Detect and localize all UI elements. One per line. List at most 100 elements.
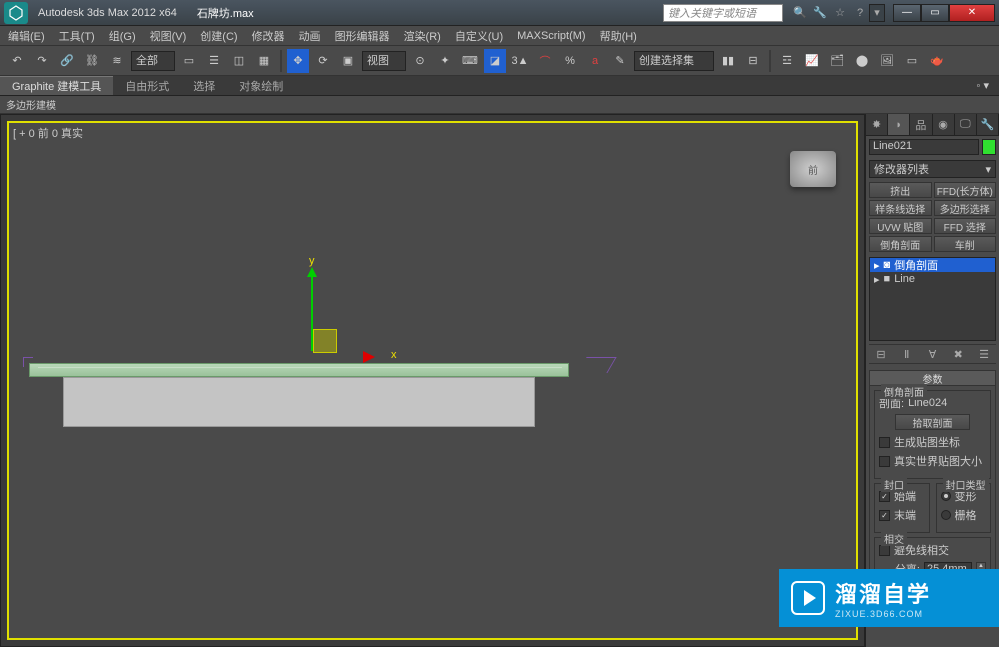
object-name-input[interactable]: Line021 [869,139,979,155]
pin-stack-icon[interactable]: ⊟ [873,346,889,362]
search-icon[interactable]: 🔍 [791,4,809,22]
modifier-stack[interactable]: ▸ ◙ 倒角剖面 ▸ ■ Line [869,257,996,341]
btn-ffd-box[interactable]: FFD(长方体) [934,182,997,198]
avoid-intersect-checkbox[interactable] [879,545,890,556]
menu-views[interactable]: 视图(V) [150,28,187,44]
viewport-front[interactable]: [ + 0 前 0 真实 前 y x [7,121,858,640]
stack-expand-icon[interactable]: ▸ [874,273,880,286]
menu-animation[interactable]: 动画 [299,28,321,44]
btn-lathe[interactable]: 车削 [934,236,997,252]
pivot-icon[interactable]: ⊙ [409,49,431,73]
object-color-swatch[interactable] [982,139,996,155]
btn-ffd-select[interactable]: FFD 选择 [934,218,997,234]
modify-tab-icon[interactable]: ◗ [888,114,910,135]
btn-bevel-profile[interactable]: 倒角剖面 [869,236,932,252]
select-name-icon[interactable]: ☰ [203,49,225,73]
cap-start-checkbox[interactable]: ✓ [879,491,890,502]
redo-icon[interactable]: ↷ [31,49,53,73]
bind-icon[interactable]: ≋ [106,49,128,73]
menu-edit[interactable]: 编辑(E) [8,28,45,44]
stack-item-bevel[interactable]: ▸ ◙ 倒角剖面 [870,258,995,272]
menu-tools[interactable]: 工具(T) [59,28,95,44]
menu-help[interactable]: 帮助(H) [600,28,637,44]
ribbon-tab-graphite[interactable]: Graphite 建模工具 [0,76,113,95]
model-body[interactable] [63,377,535,427]
stack-expand-icon[interactable]: ▸ [874,259,880,272]
ribbon-expand-icon[interactable]: ◦ ▾ [967,79,999,92]
close-button[interactable]: ✕ [949,4,995,22]
selection-filter-select[interactable]: 全部 [131,51,175,71]
minimize-button[interactable]: — [893,4,921,22]
manipulate-icon[interactable]: ✦ [434,49,456,73]
motion-tab-icon[interactable]: ◉ [933,114,955,135]
menu-maxscript[interactable]: MAXScript(M) [517,30,585,42]
move-icon[interactable]: ✥ [287,49,309,73]
menu-grapheditors[interactable]: 图形编辑器 [335,28,390,44]
btn-spline-select[interactable]: 样条线选择 [869,200,932,216]
menu-modifiers[interactable]: 修改器 [252,28,285,44]
app-icon[interactable] [4,2,28,24]
window-crossing-icon[interactable]: ▦ [253,49,275,73]
model-top-slab[interactable] [29,363,569,377]
viewport-label[interactable]: [ + 0 前 0 真实 [13,125,83,141]
cap-morph-radio[interactable] [941,491,951,501]
percent-snap-icon[interactable]: ⌒ [534,49,556,73]
real-world-checkbox[interactable] [879,456,890,467]
scale-icon[interactable]: ▣ [337,49,359,73]
schematic-icon[interactable]: 🗂 [826,49,848,73]
ribbon-tab-objpaint[interactable]: 对象绘制 [227,76,295,95]
layers-icon[interactable]: ☲ [776,49,798,73]
make-unique-icon[interactable]: ∀ [925,346,941,362]
ribbon-tab-selection[interactable]: 选择 [181,76,227,95]
render-icon[interactable]: 🫖 [926,49,948,73]
link-icon[interactable]: 🔗 [56,49,78,73]
align-icon[interactable]: ⊟ [742,49,764,73]
axis-x-arrow-icon[interactable] [363,351,375,363]
keyboard-shortcut-icon[interactable]: ⌨ [459,49,481,73]
maximize-button[interactable]: ▭ [921,4,949,22]
menu-create[interactable]: 创建(C) [200,28,237,44]
viewcube[interactable]: 前 [790,151,836,187]
remove-mod-icon[interactable]: ✖ [950,346,966,362]
hierarchy-tab-icon[interactable]: 品 [910,114,932,135]
subscription-icon[interactable]: 🔧 [811,4,829,22]
ribbon-group-label[interactable]: 多边形建模 [6,97,56,112]
named-sel-select[interactable]: 创建选择集 [634,51,714,71]
undo-icon[interactable]: ↶ [6,49,28,73]
cap-end-checkbox[interactable]: ✓ [879,510,890,521]
help-icon[interactable]: ? [851,4,869,22]
menu-group[interactable]: 组(G) [109,28,136,44]
pick-profile-button[interactable]: 拾取剖面 [895,414,970,430]
rotate-icon[interactable]: ⟳ [312,49,334,73]
select-region-icon[interactable]: ◫ [228,49,250,73]
spinner-snap-icon[interactable]: % [559,49,581,73]
snap-toggle-icon[interactable]: ◪ [484,49,506,73]
help-search-input[interactable]: 键入关键字或短语 [663,4,783,22]
curve-editor-icon[interactable]: 📈 [801,49,823,73]
ribbon-tab-freeform[interactable]: 自由形式 [113,76,181,95]
show-result-icon[interactable]: Ⅱ [899,346,915,362]
btn-poly-select[interactable]: 多边形选择 [934,200,997,216]
display-tab-icon[interactable]: 🖵 [955,114,977,135]
cap-grid-radio[interactable] [941,510,951,520]
unlink-icon[interactable]: ⛓ [81,49,103,73]
material-editor-icon[interactable]: ⬤ [851,49,873,73]
render-setup-icon[interactable]: 🖼 [876,49,898,73]
gizmo-xy-plane[interactable] [313,329,337,353]
stack-item-line[interactable]: ▸ ■ Line [870,272,995,286]
menu-customize[interactable]: 自定义(U) [455,28,503,44]
btn-extrude[interactable]: 挤出 [869,182,932,198]
ref-coord-select[interactable]: 视图 [362,51,406,71]
edit-named-sel-icon[interactable]: ✎ [609,49,631,73]
mirror-icon[interactable]: ▮▮ [717,49,739,73]
exchange-icon[interactable]: ☆ [831,4,849,22]
gen-mapping-checkbox[interactable] [879,437,890,448]
render-frame-icon[interactable]: ▭ [901,49,923,73]
angle-snap-icon[interactable]: 3▲ [509,49,531,73]
menu-rendering[interactable]: 渲染(R) [404,28,441,44]
utilities-tab-icon[interactable]: 🔧 [977,114,999,135]
snap-a-icon[interactable]: a [584,49,606,73]
create-tab-icon[interactable]: ✸ [866,114,888,135]
configure-icon[interactable]: ☰ [976,346,992,362]
btn-uvw-map[interactable]: UVW 贴图 [869,218,932,234]
